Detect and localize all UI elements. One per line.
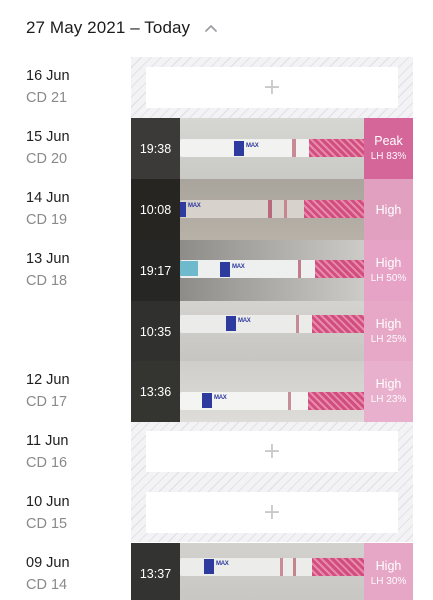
plus-icon: + xyxy=(262,74,282,100)
day-date: 14 Jun xyxy=(26,190,70,206)
test-time: 10:35 xyxy=(131,301,180,362)
cycle-header[interactable]: 27 May 2021 – Today xyxy=(0,0,433,56)
strip-max-label: MAX xyxy=(188,203,201,209)
test-strip-photo: MAX xyxy=(180,179,364,240)
cycle-day: CD 19 xyxy=(26,212,68,228)
result-badge-high: High LH 25% xyxy=(364,301,413,362)
result-label: High xyxy=(375,377,402,391)
day-date: 13 Jun xyxy=(26,251,70,267)
lh-value: LH 83% xyxy=(370,151,407,162)
cycle-day: CD 16 xyxy=(26,455,68,471)
cycle-range-title: 27 May 2021 – Today xyxy=(26,18,191,37)
test-time: 13:37 xyxy=(131,543,180,600)
result-label: High xyxy=(375,559,402,573)
day-date: 09 Jun xyxy=(26,555,70,571)
add-test-button[interactable]: + xyxy=(146,67,398,108)
strip-max-label: MAX xyxy=(216,561,229,567)
test-entry[interactable]: 19:38 MAX Peak LH 83% xyxy=(131,118,413,179)
strip-max-label: MAX xyxy=(246,143,259,149)
chevron-up-icon[interactable] xyxy=(204,21,218,35)
result-badge-high: High xyxy=(364,179,413,240)
test-strip-photo: MAX xyxy=(180,301,364,362)
test-entry[interactable]: 10:35 MAX High LH 25% xyxy=(131,301,413,362)
test-time: 10:08 xyxy=(131,179,180,240)
test-strip-photo: MAX xyxy=(180,118,364,179)
result-label: High xyxy=(375,202,402,217)
test-time: 19:38 xyxy=(131,118,180,179)
test-time: 19:17 xyxy=(131,240,180,301)
day-date: 12 Jun xyxy=(26,372,70,388)
strip-max-label: MAX xyxy=(214,395,227,401)
strip-max-label: MAX xyxy=(232,264,245,270)
strip-max-label: MAX xyxy=(238,318,251,324)
test-strip-photo: MAX xyxy=(180,543,364,600)
day-date: 16 Jun xyxy=(26,68,70,84)
result-label: High xyxy=(375,317,402,331)
cycle-day: CD 21 xyxy=(26,90,68,106)
result-label: High xyxy=(375,256,402,270)
plus-icon: + xyxy=(262,438,282,464)
lh-value: LH 25% xyxy=(370,334,407,345)
test-entry[interactable]: 19:17 MAX High LH 50% xyxy=(131,240,413,301)
cycle-day: CD 17 xyxy=(26,394,68,410)
result-badge-high: High LH 30% xyxy=(364,543,413,600)
test-strip-photo: MAX xyxy=(180,361,364,422)
test-time: 13:36 xyxy=(131,361,180,422)
day-date: 15 Jun xyxy=(26,129,70,145)
cycle-day: CD 15 xyxy=(26,516,68,532)
lh-value: LH 50% xyxy=(370,273,407,284)
result-badge-high: High LH 23% xyxy=(364,361,413,422)
add-test-button[interactable]: + xyxy=(146,492,398,533)
test-entry[interactable]: 13:36 MAX High LH 23% xyxy=(131,361,413,422)
test-entry[interactable]: 10:08 MAX High xyxy=(131,179,413,240)
lh-value: LH 30% xyxy=(370,576,407,587)
result-badge-high: High LH 50% xyxy=(364,240,413,301)
test-strip-photo: MAX xyxy=(180,240,364,301)
plus-icon: + xyxy=(262,499,282,525)
day-date: 11 Jun xyxy=(26,433,69,449)
cycle-day: CD 14 xyxy=(26,577,68,593)
day-date: 10 Jun xyxy=(26,494,70,510)
cycle-day: CD 20 xyxy=(26,151,68,167)
result-badge-peak: Peak LH 83% xyxy=(364,118,413,179)
result-label: Peak xyxy=(374,134,403,148)
add-test-button[interactable]: + xyxy=(146,431,398,472)
cycle-day: CD 18 xyxy=(26,273,68,289)
lh-value: LH 23% xyxy=(370,394,407,405)
test-entry[interactable]: 13:37 MAX High LH 30% xyxy=(131,543,413,600)
